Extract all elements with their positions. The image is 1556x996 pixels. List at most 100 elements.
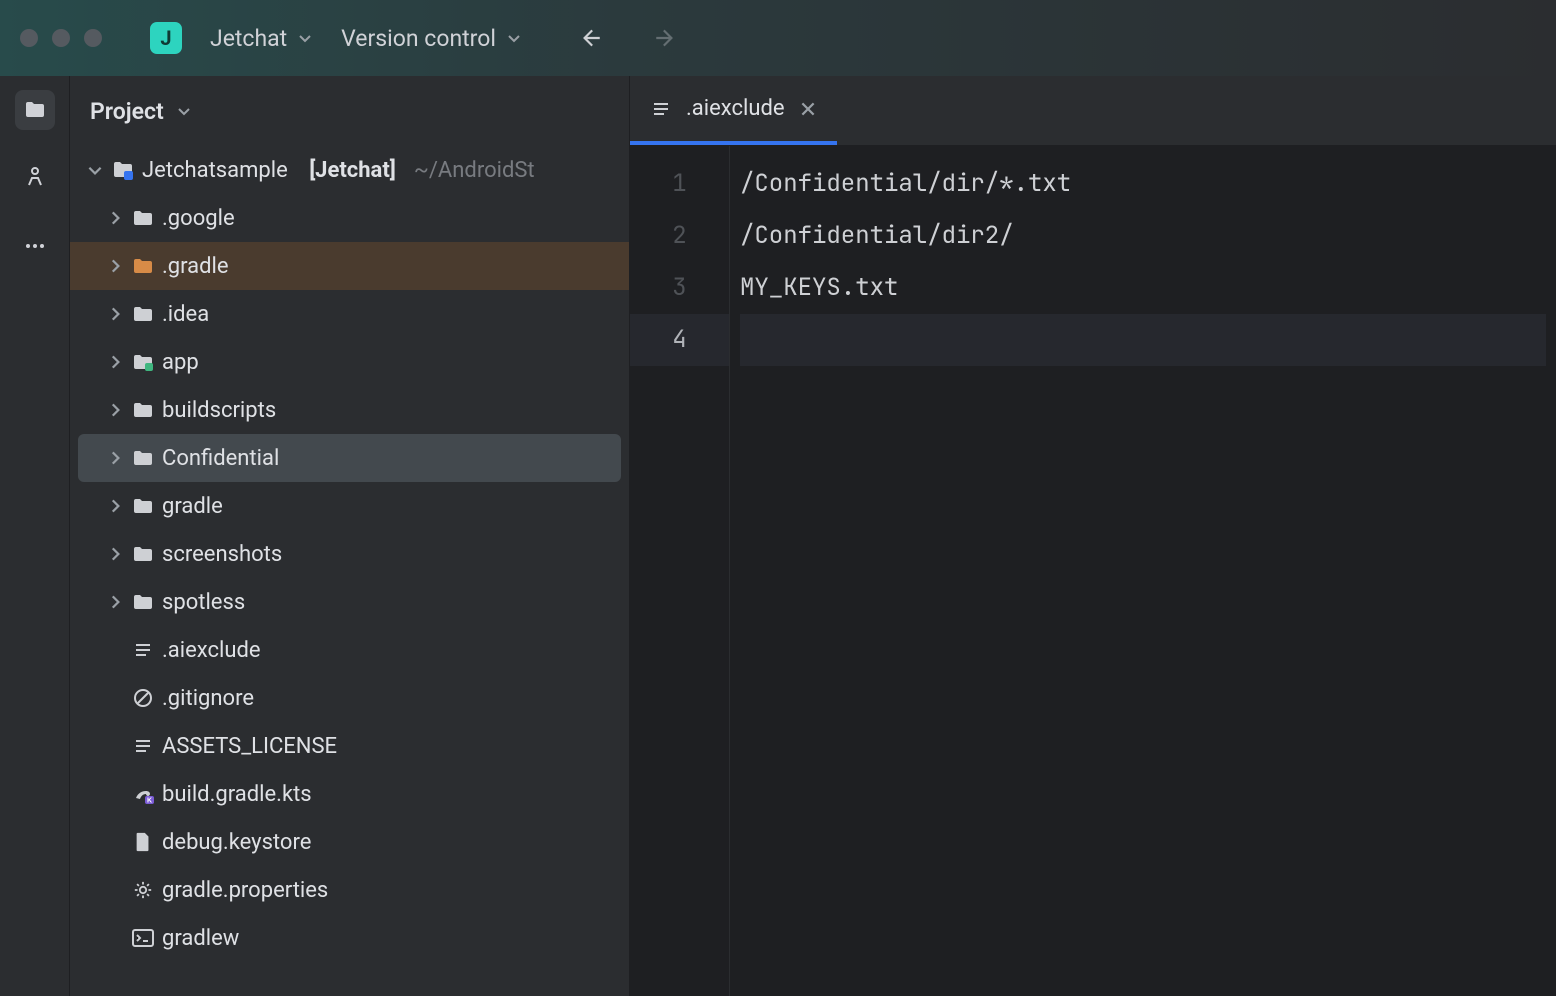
tree-item-label: build.gradle.kts bbox=[162, 782, 312, 807]
tree-item[interactable]: .aiexclude bbox=[70, 626, 629, 674]
line-number: 1 bbox=[630, 158, 729, 210]
close-window-button[interactable] bbox=[20, 29, 38, 47]
vcs-menu[interactable]: Version control bbox=[341, 25, 522, 52]
tree-item[interactable]: build.gradle.kts bbox=[70, 770, 629, 818]
line-number-gutter: 1234 bbox=[630, 146, 730, 996]
tree-item[interactable]: buildscripts bbox=[70, 386, 629, 434]
text-file-icon bbox=[650, 98, 672, 120]
code-area[interactable]: 1234 /Confidential/dir/*.txt/Confidentia… bbox=[630, 146, 1556, 996]
terminal-icon bbox=[132, 927, 154, 949]
chevron-right-icon bbox=[106, 209, 124, 227]
nav-forward-button[interactable] bbox=[652, 24, 680, 52]
line-number: 2 bbox=[630, 210, 729, 262]
tree-item[interactable]: .gitignore bbox=[70, 674, 629, 722]
folder-icon bbox=[132, 591, 154, 613]
tool-window-bar bbox=[0, 76, 70, 996]
folder-icon bbox=[132, 447, 154, 469]
folder-icon bbox=[23, 98, 47, 122]
tree-item[interactable]: spotless bbox=[70, 578, 629, 626]
window-traffic-lights bbox=[20, 29, 102, 47]
text-icon bbox=[132, 639, 154, 661]
line-number: 4 bbox=[630, 314, 729, 366]
tree-item-label: .google bbox=[162, 206, 235, 231]
tree-item[interactable]: .gradle bbox=[70, 242, 629, 290]
minimize-window-button[interactable] bbox=[52, 29, 70, 47]
tree-item-label: buildscripts bbox=[162, 398, 276, 423]
tree-item-label: gradle.properties bbox=[162, 878, 328, 903]
tree-item-label: screenshots bbox=[162, 542, 282, 567]
tree-item[interactable]: screenshots bbox=[70, 530, 629, 578]
chevron-right-icon bbox=[106, 305, 124, 323]
folder-icon bbox=[132, 495, 154, 517]
tree-item-label: .gitignore bbox=[162, 686, 254, 711]
tree-root-name: Jetchatsample bbox=[142, 158, 288, 183]
tree-root-path: ~/AndroidSt bbox=[414, 158, 535, 183]
folder-icon bbox=[132, 543, 154, 565]
titlebar: J Jetchat Version control bbox=[0, 0, 1556, 76]
folder-icon bbox=[132, 399, 154, 421]
folder-icon bbox=[132, 207, 154, 229]
gradle-kts-icon bbox=[132, 783, 154, 805]
tree-root-module: [Jetchat] bbox=[309, 158, 396, 183]
chevron-right-icon bbox=[106, 545, 124, 563]
tree-item-label: gradle bbox=[162, 494, 223, 519]
code-line bbox=[740, 314, 1546, 366]
chevron-right-icon bbox=[106, 257, 124, 275]
tree-item[interactable]: app bbox=[70, 338, 629, 386]
tree-item-label: gradlew bbox=[162, 926, 239, 951]
tree-item[interactable]: gradle bbox=[70, 482, 629, 530]
nav-arrows bbox=[576, 24, 680, 52]
tree-item-label: debug.keystore bbox=[162, 830, 311, 855]
more-tool-button[interactable] bbox=[15, 226, 55, 266]
project-menu[interactable]: Jetchat bbox=[210, 25, 313, 52]
folder-icon bbox=[132, 303, 154, 325]
tree-item[interactable]: .idea bbox=[70, 290, 629, 338]
project-view-selector[interactable]: Project bbox=[70, 76, 629, 146]
editor-tabs: .aiexclude bbox=[630, 76, 1556, 146]
tree-item[interactable]: debug.keystore bbox=[70, 818, 629, 866]
tree-item-label: spotless bbox=[162, 590, 245, 615]
tree-item-label: .gradle bbox=[162, 254, 229, 279]
tree-item-label: .aiexclude bbox=[162, 638, 261, 663]
chevron-right-icon bbox=[106, 353, 124, 371]
vcs-label: Version control bbox=[341, 25, 496, 52]
maximize-window-button[interactable] bbox=[84, 29, 102, 47]
code-line: /Confidential/dir/*.txt bbox=[740, 158, 1546, 210]
editor-tab-label: .aiexclude bbox=[686, 96, 785, 121]
tree-item[interactable]: ASSETS_LICENSE bbox=[70, 722, 629, 770]
structure-tool-button[interactable] bbox=[15, 158, 55, 198]
more-horizontal-icon bbox=[23, 234, 47, 258]
arrow-left-icon bbox=[577, 25, 603, 51]
tree-item-label: app bbox=[162, 350, 199, 375]
close-icon[interactable] bbox=[799, 100, 817, 118]
code-content[interactable]: /Confidential/dir/*.txt/Confidential/dir… bbox=[730, 146, 1556, 996]
editor-tab-aiexclude[interactable]: .aiexclude bbox=[630, 76, 837, 145]
chevron-down-icon bbox=[297, 30, 313, 46]
project-sidebar: Project Jetchatsample [Jetchat] ~/Androi… bbox=[70, 76, 630, 996]
tree-item[interactable]: gradlew bbox=[70, 914, 629, 962]
ignore-icon bbox=[132, 687, 154, 709]
nav-back-button[interactable] bbox=[576, 24, 604, 52]
text-icon bbox=[132, 735, 154, 757]
editor-pane: .aiexclude 1234 /Confidential/dir/*.txt/… bbox=[630, 76, 1556, 996]
structure-icon bbox=[23, 166, 47, 190]
file-icon bbox=[132, 831, 154, 853]
folder-module-icon bbox=[132, 351, 154, 373]
chevron-right-icon bbox=[106, 401, 124, 419]
chevron-down-icon bbox=[506, 30, 522, 46]
chevron-down-icon bbox=[86, 161, 104, 179]
project-root-icon bbox=[112, 159, 134, 181]
project-view-label: Project bbox=[90, 98, 164, 125]
project-tree[interactable]: Jetchatsample [Jetchat] ~/AndroidSt .goo… bbox=[70, 146, 629, 962]
code-line: MY_KEYS.txt bbox=[740, 262, 1546, 314]
tree-item-label: Confidential bbox=[162, 446, 279, 471]
gear-icon bbox=[132, 879, 154, 901]
chevron-right-icon bbox=[106, 449, 124, 467]
tree-item[interactable]: Confidential bbox=[78, 434, 621, 482]
project-tool-button[interactable] bbox=[15, 90, 55, 130]
tree-item[interactable]: .google bbox=[70, 194, 629, 242]
folder-orange-icon bbox=[132, 255, 154, 277]
tree-root[interactable]: Jetchatsample [Jetchat] ~/AndroidSt bbox=[70, 146, 629, 194]
arrow-right-icon bbox=[653, 25, 679, 51]
tree-item[interactable]: gradle.properties bbox=[70, 866, 629, 914]
